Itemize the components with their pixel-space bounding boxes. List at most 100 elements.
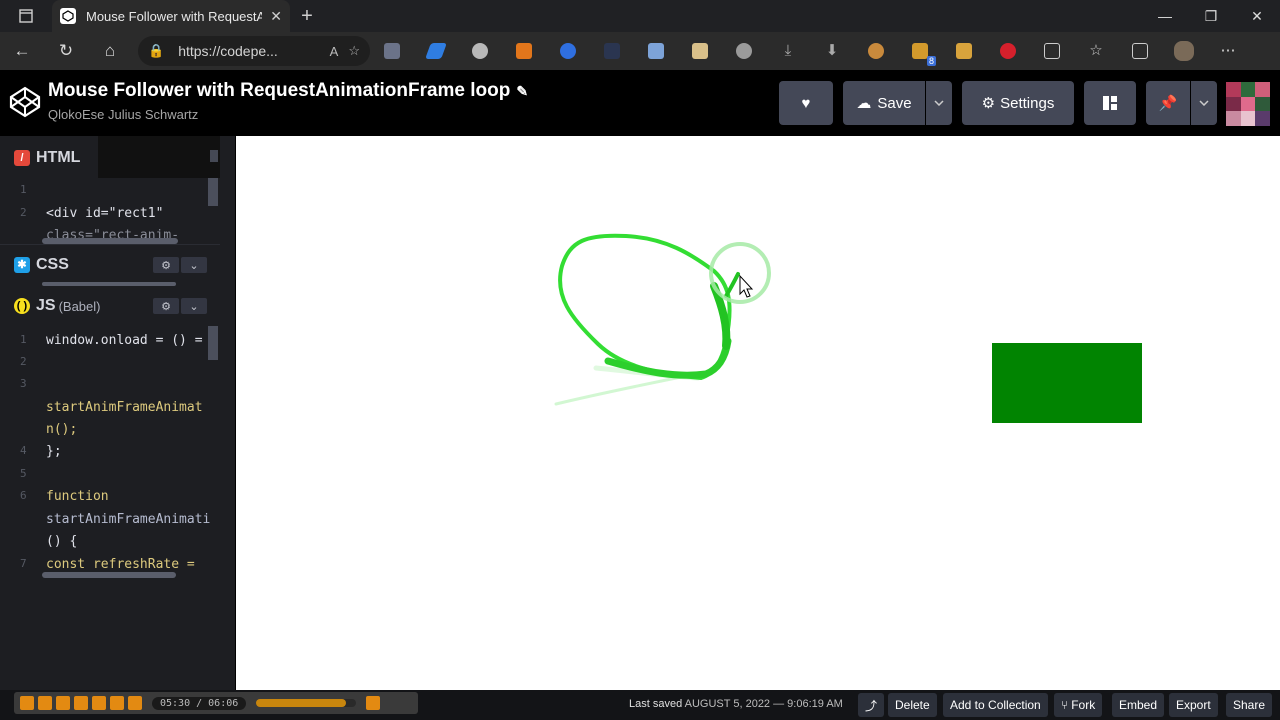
rewind-icon[interactable] [74,696,88,710]
adblock-icon[interactable] [986,32,1030,70]
minimize-icon[interactable]: — [1142,0,1188,32]
address-bar[interactable]: 🔒 https://codepe... A ☆ [138,36,370,66]
js-settings-icon[interactable]: ⚙ [153,298,179,314]
share-button[interactable]: Share [1226,693,1273,717]
extension-blue-icon[interactable] [414,32,458,70]
extension-avatar-icon[interactable] [678,32,722,70]
extensions-puzzle-icon[interactable] [1030,32,1074,70]
pen-author[interactable]: QlokoEse Julius Schwartz [48,107,198,122]
extension-badge-icon[interactable]: 8 [898,32,942,70]
close-tab-icon[interactable]: ✕ [270,8,282,25]
css-panel-label: CSS [36,255,69,273]
line-number: 2 [20,355,27,368]
window-controls: — ❐ ✕ [1142,0,1280,32]
extension-image-icon[interactable] [634,32,678,70]
code-line: <div id="rect1" [46,206,164,221]
edit-pencil-icon[interactable]: ✎ [516,83,528,99]
chevron-down-icon [1199,100,1209,106]
home-icon[interactable]: ⌂ [88,32,132,70]
extension-metamask-icon[interactable] [502,32,546,70]
line-number: 7 [20,557,27,570]
pen-title-text: Mouse Follower with RequestAnimationFram… [48,80,511,101]
last-saved-date: AUGUST 5, 2022 — 9:06:19 AM [684,698,843,710]
last-saved-info: Last saved AUGUST 5, 2022 — 9:06:19 AM [629,698,843,710]
extension-equalizer-icon[interactable] [590,32,634,70]
extension-gear-icon[interactable] [722,32,766,70]
pin-options-button[interactable] [1191,81,1217,125]
preview-pane[interactable] [236,136,1280,690]
js-preprocessor-label: (Babel) [58,298,101,314]
pin-button[interactable]: 📌 [1146,81,1190,125]
code-line: startAnimFrameAnimati [46,512,211,527]
fork-label: Fork [1071,698,1096,712]
playlist-icon[interactable] [128,696,142,710]
extension-edit-icon[interactable] [942,32,986,70]
media-progress-track[interactable] [256,699,357,707]
tab-title: Mouse Follower with RequestAni [86,8,263,24]
export-button[interactable]: Export [1169,693,1218,717]
codepen-logo-icon[interactable] [8,85,42,119]
code-line: n(); [46,422,78,437]
save-options-button[interactable] [926,81,952,125]
extension-arrow-icon[interactable]: ⬇ [810,32,854,70]
favorites-icon[interactable]: ☆ [1074,32,1118,70]
embed-button[interactable]: Embed [1112,693,1165,717]
love-button[interactable]: ♥ [779,81,833,125]
fast-forward-icon[interactable] [92,696,106,710]
back-icon[interactable]: ← [0,32,44,70]
js-code-area[interactable]: 1 window.onload = () = 2 3 startAnimFram… [0,326,220,582]
add-to-collection-button[interactable]: Add to Collection [943,693,1048,717]
play-icon[interactable] [20,696,34,710]
css-settings-icon[interactable]: ⚙ [153,257,179,273]
collections-icon[interactable] [1118,32,1162,70]
open-external-icon[interactable]: ⤴ [858,693,884,717]
html-code-area[interactable]: 1 2 <div id="rect1" class="rect-anim- [0,178,220,242]
css-logo-icon: ✱ [14,256,30,273]
save-button[interactable]: ☁ Save [843,81,925,125]
extension-circle-icon[interactable] [546,32,590,70]
stop-icon[interactable] [56,696,70,710]
code-line: const refreshRate = [46,557,195,572]
refresh-icon[interactable]: ↻ [44,32,88,70]
pen-title[interactable]: Mouse Follower with RequestAnimationFram… [48,80,528,102]
settings-button[interactable]: ⚙ Settings [962,81,1074,125]
extension-screenshot-icon[interactable] [370,32,414,70]
delete-button[interactable]: Delete [888,693,937,717]
js-scrollbar[interactable] [208,326,218,360]
js-logo-icon: ( ) [14,298,30,314]
js-collapse-icon[interactable]: ⌄ [181,298,207,314]
close-window-icon[interactable]: ✕ [1234,0,1280,32]
media-menu-icon[interactable] [366,696,381,710]
tab-actions-icon[interactable] [0,0,52,32]
pause-icon[interactable] [38,696,52,710]
more-menu-icon[interactable]: ⋯ [1206,32,1250,70]
favorite-add-icon[interactable]: ☆ [348,43,360,59]
html-scrollbar[interactable] [208,178,218,206]
restore-icon[interactable]: ❐ [1188,0,1234,32]
html-scroll-thumb[interactable] [210,150,218,162]
code-line: () { [46,534,78,549]
read-aloud-icon[interactable]: A [330,44,339,59]
line-number: 6 [20,489,27,502]
media-time: 05:30 / 06:06 [152,696,247,710]
new-tab-button[interactable]: + [290,0,324,32]
repeat-icon[interactable] [110,696,124,710]
change-view-button[interactable] [1084,81,1136,125]
chevron-down-icon [934,100,944,106]
save-label: Save [877,94,912,112]
codepen-header: Mouse Follower with RequestAnimationFram… [0,70,1280,136]
media-player-bar: 05:30 / 06:06 [14,692,418,714]
settings-label: Settings [1000,94,1055,112]
extension-cookie-icon[interactable] [854,32,898,70]
user-avatar[interactable] [1226,82,1270,126]
layout-icon [1103,96,1117,110]
fork-button[interactable]: ⑂ Fork [1054,693,1103,717]
code-line: function [46,489,109,504]
js-hscrollbar[interactable] [42,572,176,578]
download-icon[interactable]: ⤓ [766,32,810,70]
browser-tab-active[interactable]: Mouse Follower with RequestAni ✕ [52,0,290,32]
extension-cloud-icon[interactable] [458,32,502,70]
lock-icon: 🔒 [148,43,165,58]
css-collapse-icon[interactable]: ⌄ [181,257,207,273]
profile-avatar-icon[interactable] [1162,32,1206,70]
